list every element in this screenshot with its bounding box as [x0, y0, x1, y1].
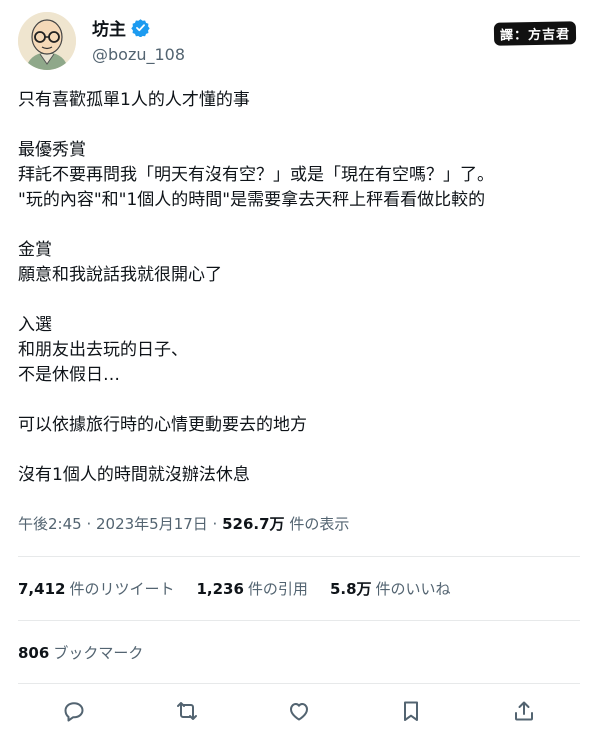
tweet-meta: 午後2:45 · 2023年5月17日 · 526.7万 件の表示	[18, 513, 349, 534]
tweet-line: 最優秀賞	[18, 140, 86, 160]
tweet-timestamp[interactable]: 午後2:45 · 2023年5月17日 ·	[18, 515, 222, 533]
author-name-row[interactable]: 坊主	[92, 15, 150, 40]
view-count-label: 件の表示	[284, 515, 350, 533]
quotes-label: 件の引用	[247, 580, 308, 598]
tweet-line: 願意和我說話我就很開心了	[18, 265, 222, 285]
author-name[interactable]: 坊主	[92, 15, 126, 40]
tweet-line: 可以依據旅行時的心情更動要去的地方	[18, 415, 307, 435]
view-count: 526.7万	[222, 515, 285, 533]
bookmark-icon[interactable]	[397, 697, 425, 725]
verified-badge-icon	[131, 18, 150, 38]
retweets-count: 7,412	[18, 580, 66, 598]
likes-label: 件のいいね	[375, 580, 451, 598]
tweet-line: 不是休假日…	[18, 365, 120, 385]
tweet-line: 拜託不要再問我「明天有沒有空？」或是「現在有空嗎？」了。	[18, 165, 494, 185]
likes-stat[interactable]: 5.8万 件のいいね	[330, 578, 451, 599]
tweet-line: "玩的內容"和"1個人的時間"是需要拿去天秤上秤看看做比較的	[18, 190, 486, 210]
action-bar	[18, 697, 580, 725]
like-icon[interactable]	[285, 697, 313, 725]
avatar[interactable]	[18, 12, 76, 70]
tweet-line: 只有喜歡孤單1人的人才懂的事	[18, 90, 250, 110]
retweet-icon[interactable]	[173, 697, 201, 725]
retweets-label: 件のリツイート	[69, 580, 175, 598]
quotes-count: 1,236	[196, 580, 244, 598]
likes-count: 5.8万	[329, 580, 372, 598]
bookmarks-stat[interactable]: 806 ブックマーク	[18, 642, 143, 663]
tweet-line: 和朋友出去玩的日子、	[18, 340, 188, 360]
reply-icon[interactable]	[60, 697, 88, 725]
divider	[18, 556, 580, 557]
translator-watermark: 譯：方吉君	[493, 21, 577, 46]
engagement-stats: 7,412 件のリツイート 1,236 件の引用 5.8万 件のいいね	[18, 578, 451, 599]
divider	[18, 683, 580, 684]
retweets-stat[interactable]: 7,412 件のリツイート	[18, 578, 174, 599]
tweet-text: 只有喜歡孤單1人的人才懂的事 最優秀賞 拜託不要再問我「明天有沒有空？」或是「現…	[18, 88, 580, 488]
share-icon[interactable]	[510, 697, 538, 725]
tweet-line: 入選	[18, 315, 52, 335]
quotes-stat[interactable]: 1,236 件の引用	[196, 578, 307, 599]
bookmarks-label: ブックマーク	[53, 644, 144, 662]
divider	[18, 620, 580, 621]
tweet-line: 沒有1個人的時間就沒辦法休息	[18, 465, 250, 485]
author-handle[interactable]: @bozu_108	[92, 45, 185, 64]
tweet-line: 金賞	[18, 240, 52, 260]
bookmarks-count: 806	[18, 644, 50, 662]
avatar-monk-glasses	[18, 12, 76, 70]
